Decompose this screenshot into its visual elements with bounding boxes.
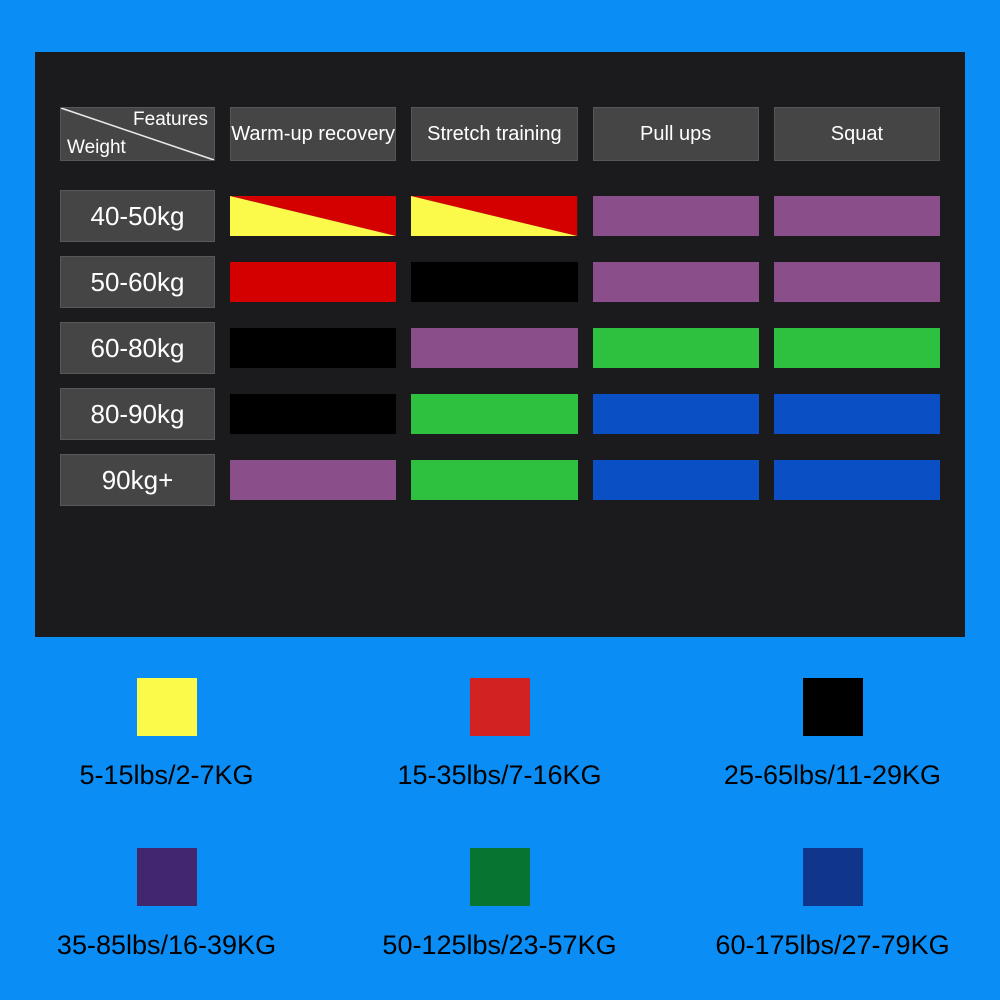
band-cell [411,196,578,236]
split-band-swatch [411,196,578,236]
band-cell [230,394,397,434]
band-cell [773,196,940,236]
band-cell [411,262,578,302]
row-weight-label[interactable]: 80-90kg [60,388,215,440]
column-header-warm-up-recovery[interactable]: Warm-up recovery [230,107,397,161]
legend-color-swatch [469,678,530,736]
band-cell [230,262,397,302]
legend-item: 35-85lbs/16-39KG [0,830,333,1000]
band-cell [230,460,397,500]
resistance-band-comparison-panel: Features Weight Warm-up recovery Stretch… [35,52,965,637]
band-cell [773,460,940,500]
column-header-pull-ups[interactable]: Pull ups [592,107,759,161]
legend-item: 50-125lbs/23-57KG [333,830,666,1000]
band-cell [592,262,759,302]
band-cell [592,328,759,368]
band-cell [773,394,940,434]
legend-item: 15-35lbs/7-16KG [333,660,666,830]
corner-header-cell: Features Weight [60,107,215,161]
row-weight-label[interactable]: 40-50kg [60,190,215,242]
color-legend: 5-15lbs/2-7KG 15-35lbs/7-16KG 25-65lbs/11-… [0,660,1000,1000]
legend-label: 35-85lbs/16-39KG [56,930,277,960]
legend-item: 25-65lbs/11-29KG [666,660,999,830]
legend-label: 50-125lbs/23-57KG [382,930,617,960]
column-header-stretch-training[interactable]: Stretch training [411,107,578,161]
table-body: 40-50kg 50-60kg 60-80kg 80-90kg 90kg+ [60,190,940,506]
row-weight-label[interactable]: 50-60kg [60,256,215,308]
band-cell [230,196,397,236]
corner-weight-label: Weight [67,137,126,158]
table-header-row: Features Weight Warm-up recovery Stretch… [60,107,940,161]
band-cell [592,196,759,236]
row-weight-label[interactable]: 90kg+ [60,454,215,506]
band-cell [411,394,578,434]
table-row: 50-60kg [60,256,940,308]
table-row: 60-80kg [60,322,940,374]
table-row: 40-50kg [60,190,940,242]
band-cell [773,328,940,368]
legend-color-swatch [136,848,197,906]
column-header-squat[interactable]: Squat [773,107,940,161]
band-cell [773,262,940,302]
band-cell [230,328,397,368]
split-band-swatch [230,196,397,236]
legend-item: 5-15lbs/2-7KG [0,660,333,830]
legend-color-swatch [469,848,530,906]
legend-label: 60-175lbs/27-79KG [715,930,950,960]
legend-label: 5-15lbs/2-7KG [79,760,254,790]
corner-features-label: Features [133,109,208,130]
legend-label: 15-35lbs/7-16KG [397,760,602,790]
band-cell [411,460,578,500]
legend-label: 25-65lbs/11-29KG [723,760,942,790]
comparison-table: Features Weight Warm-up recovery Stretch… [60,107,940,506]
band-cell [592,394,759,434]
row-weight-label[interactable]: 60-80kg [60,322,215,374]
band-cell [592,460,759,500]
legend-color-swatch [802,678,863,736]
band-cell [411,328,578,368]
legend-item: 60-175lbs/27-79KG [666,830,999,1000]
legend-color-swatch [136,678,197,736]
table-row: 80-90kg [60,388,940,440]
table-row: 90kg+ [60,454,940,506]
legend-color-swatch [802,848,863,906]
